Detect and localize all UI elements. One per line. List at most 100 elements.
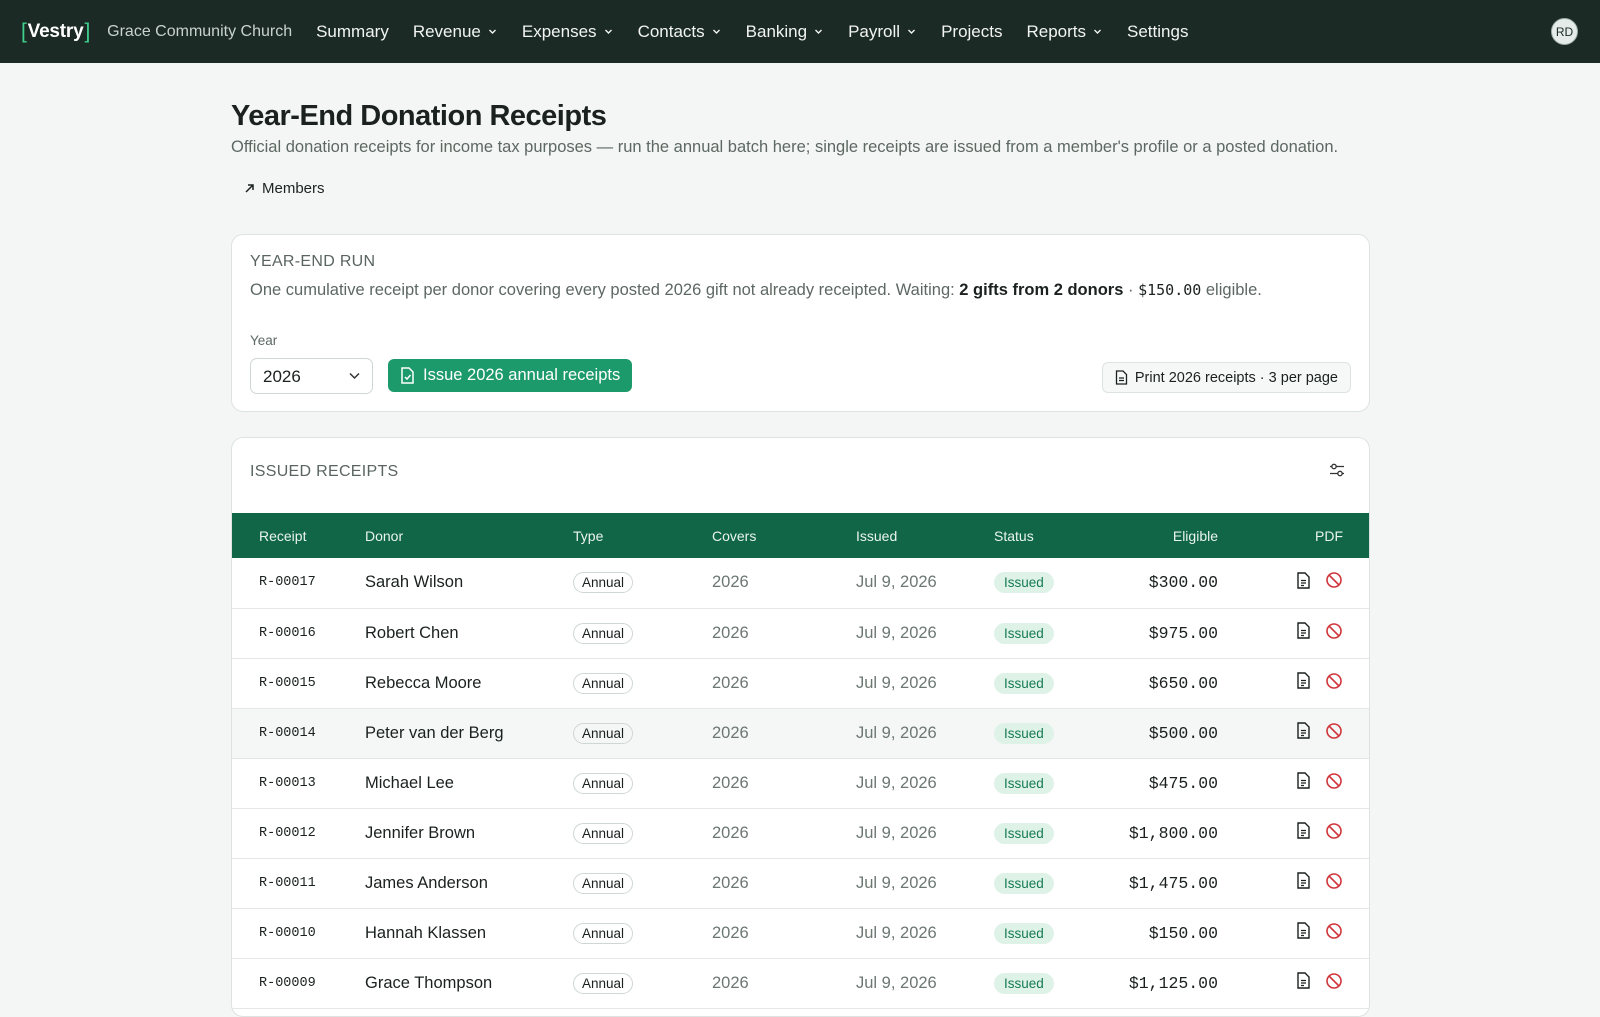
donor-name[interactable]: Grace Thompson [365, 958, 573, 1008]
pdf-document-icon[interactable] [1296, 572, 1311, 594]
nav-item-projects[interactable]: Projects [941, 22, 1002, 42]
issue-annual-receipts-button[interactable]: Issue 2026 annual receipts [388, 359, 633, 392]
pdf-actions [1218, 908, 1369, 958]
nav-item-revenue[interactable]: Revenue [413, 22, 498, 42]
pdf-document-icon[interactable] [1296, 922, 1311, 944]
pdf-document-icon[interactable] [1296, 872, 1311, 894]
receipt-number[interactable]: R-00014 [232, 708, 365, 758]
pdf-document-icon[interactable] [1296, 722, 1311, 744]
type-pill: Annual [573, 722, 634, 744]
table-row[interactable]: R-00013 Michael Lee Annual 2026 Jul 9, 2026 I… [232, 758, 1369, 808]
void-receipt-icon[interactable] [1325, 722, 1343, 745]
void-receipt-icon[interactable] [1325, 772, 1343, 795]
nav-item-summary[interactable]: Summary [316, 22, 389, 42]
table-row[interactable]: R-00009 Grace Thompson Annual 2026 Jul 9, 20… [232, 958, 1369, 1008]
chevron-down-icon [349, 372, 360, 380]
table-row[interactable]: R-00015 Rebecca Moore Annual 2026 Jul 9, 202… [232, 658, 1369, 708]
nav-item-banking[interactable]: Banking [746, 22, 824, 42]
receipt-number[interactable]: R-00012 [232, 808, 365, 858]
col-issued[interactable]: Issued [856, 513, 994, 558]
table-row[interactable]: R-00014 Peter van der Berg Annual 2026 Jul 9… [232, 708, 1369, 758]
pdf-document-icon[interactable] [1296, 822, 1311, 844]
nav-item-label: Payroll [848, 21, 901, 41]
donor-name[interactable]: Peter van der Berg [365, 708, 573, 758]
col-receipt[interactable]: Receipt [232, 513, 365, 558]
table-row[interactable]: R-00016 Robert Chen Annual 2026 Jul 9, 2026 I… [232, 608, 1369, 658]
donor-name[interactable]: Robert Chen [365, 608, 573, 658]
receipt-number[interactable]: R-00013 [232, 758, 365, 808]
receipt-number[interactable]: R-00010 [232, 908, 365, 958]
void-receipt-icon[interactable] [1325, 922, 1343, 945]
col-donor[interactable]: Donor [365, 513, 573, 558]
col-type[interactable]: Type [573, 513, 712, 558]
donor-name[interactable]: James Anderson [365, 858, 573, 908]
year-select[interactable]: 2026 [250, 358, 373, 394]
donor-name[interactable]: Rebecca Moore [365, 658, 573, 708]
pdf-document-icon[interactable] [1296, 972, 1311, 994]
receipts-table: Receipt Donor Type Covers Issued Status … [232, 513, 1369, 1009]
type-pill: Annual [573, 622, 634, 644]
receipt-number[interactable]: R-00011 [232, 858, 365, 908]
filter-settings-icon[interactable] [1329, 462, 1345, 478]
covers-year: 2026 [712, 973, 749, 992]
issued-date: Jul 9, 2026 [856, 723, 937, 742]
donor-name[interactable]: Jennifer Brown [365, 808, 573, 858]
covers-year: 2026 [712, 623, 749, 642]
print-receipts-button[interactable]: Print 2026 receipts · 3 per page [1101, 362, 1351, 393]
receipt-number[interactable]: R-00016 [232, 608, 365, 658]
nav-item-contacts[interactable]: Contacts [638, 22, 722, 42]
nav-item-label: Projects [941, 21, 1003, 41]
nav-item-expenses[interactable]: Expenses [522, 22, 614, 42]
void-receipt-icon[interactable] [1325, 822, 1343, 845]
void-receipt-icon[interactable] [1325, 872, 1343, 895]
nav-item-payroll[interactable]: Payroll [848, 22, 917, 42]
type-cell: Annual [573, 608, 712, 658]
document-check-icon [401, 367, 414, 384]
status-badge: Issued [994, 672, 1054, 694]
receipt-number[interactable]: R-00017 [232, 558, 365, 608]
run-desc-separator: · [1123, 281, 1139, 299]
void-receipt-icon[interactable] [1325, 672, 1343, 695]
table-row[interactable]: R-00011 James Anderson Annual 2026 Jul 9, 20… [232, 858, 1369, 908]
pdf-document-icon[interactable] [1296, 672, 1311, 694]
pdf-actions [1218, 658, 1369, 708]
void-receipt-icon[interactable] [1325, 972, 1343, 995]
receipt-number[interactable]: R-00015 [232, 658, 365, 708]
status-badge: Issued [994, 622, 1054, 644]
type-cell: Annual [573, 708, 712, 758]
nav-item-reports[interactable]: Reports [1026, 22, 1103, 42]
user-avatar[interactable]: RD [1551, 18, 1578, 45]
status-cell: Issued [994, 808, 1104, 858]
year-end-run-description: One cumulative receipt per donor coverin… [250, 281, 1262, 300]
pdf-document-icon[interactable] [1296, 772, 1311, 794]
status-badge: Issued [994, 772, 1054, 794]
donor-name[interactable]: Sarah Wilson [365, 558, 573, 608]
status-cell: Issued [994, 758, 1104, 808]
status-badge: Issued [994, 822, 1054, 844]
table-row[interactable]: R-00017 Sarah Wilson Annual 2026 Jul 9, 2026… [232, 558, 1369, 608]
nav-item-label: Banking [745, 21, 808, 41]
covers-year: 2026 [712, 823, 749, 842]
type-cell: Annual [573, 958, 712, 1008]
table-row[interactable]: R-00010 Hannah Klassen Annual 2026 Jul 9, 20… [232, 908, 1369, 958]
org-name[interactable]: Grace Community Church [107, 23, 292, 41]
run-desc-amount: $150.00 [1138, 281, 1202, 299]
void-receipt-icon[interactable] [1325, 622, 1343, 645]
pdf-actions [1218, 758, 1369, 808]
print-button-label: Print 2026 receipts · 3 per page [1134, 369, 1338, 386]
table-row[interactable]: R-00012 Jennifer Brown Annual 2026 Jul 9, 20… [232, 808, 1369, 858]
void-receipt-icon[interactable] [1325, 571, 1343, 594]
donor-name[interactable]: Hannah Klassen [365, 908, 573, 958]
donor-name[interactable]: Michael Lee [365, 758, 573, 808]
col-status[interactable]: Status [994, 513, 1104, 558]
pdf-actions [1218, 958, 1369, 1008]
receipt-number[interactable]: R-00009 [232, 958, 365, 1008]
pdf-document-icon[interactable] [1296, 622, 1311, 644]
type-pill: Annual [573, 772, 634, 794]
status-badge: Issued [994, 972, 1054, 994]
app-logo[interactable]: [Vestry] [20, 20, 91, 44]
members-link[interactable]: Members [244, 180, 325, 197]
col-eligible[interactable]: Eligible [1104, 513, 1218, 558]
nav-item-settings[interactable]: Settings [1127, 22, 1188, 42]
col-covers[interactable]: Covers [712, 513, 856, 558]
